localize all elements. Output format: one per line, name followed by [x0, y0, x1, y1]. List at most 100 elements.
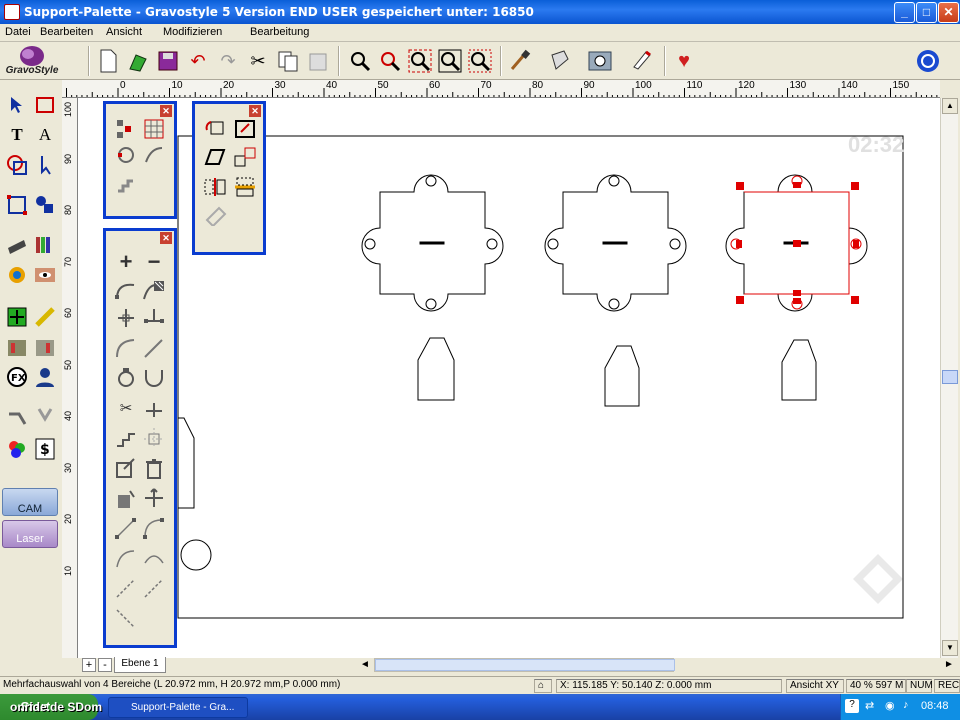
distort-icon[interactable] [203, 204, 227, 226]
circle-node-icon[interactable] [114, 367, 138, 389]
machine-icon[interactable] [586, 47, 614, 75]
line-to-curve-icon[interactable] [142, 337, 166, 359]
open-file-icon[interactable] [124, 47, 152, 75]
menu-ansicht[interactable]: Ansicht [106, 26, 142, 38]
menu-datei[interactable]: Datei [5, 26, 31, 38]
dashed-line-up-icon[interactable] [114, 577, 138, 599]
curve-line-icon[interactable] [114, 337, 138, 359]
engrave-tool-icon[interactable] [546, 47, 574, 75]
measure-icon[interactable] [32, 304, 58, 330]
circular-array-icon[interactable] [114, 144, 138, 166]
rectangle-icon[interactable] [32, 92, 58, 118]
maximize-button[interactable]: □ [916, 2, 937, 23]
lasso-select-icon[interactable] [114, 279, 138, 301]
copy-icon[interactable] [274, 47, 302, 75]
effects-fx-icon[interactable]: FX [4, 364, 30, 390]
join-node-icon[interactable] [142, 307, 166, 329]
palette-close-button[interactable]: ✕ [160, 105, 172, 117]
remove-node-icon[interactable]: − [142, 249, 166, 274]
cam-button[interactable]: CAM [2, 488, 58, 516]
paint-brush-icon[interactable] [506, 47, 534, 75]
zoom-fit-icon[interactable] [406, 47, 434, 75]
remove-layer-button[interactable]: - [98, 658, 112, 672]
center-align-icon[interactable] [4, 304, 30, 330]
add-layer-button[interactable]: + [82, 658, 96, 672]
mirror-icon[interactable] [203, 176, 227, 198]
scroll-up-icon[interactable]: ▲ [942, 98, 958, 114]
rotate-icon[interactable] [203, 118, 227, 140]
network-tray-icon[interactable]: ⇄ [865, 699, 879, 713]
user-icon[interactable] [32, 364, 58, 390]
scroll-down-icon[interactable]: ▼ [942, 640, 958, 656]
scroll-left-icon[interactable]: ◄ [360, 658, 372, 672]
horizontal-scroll-thumb[interactable] [375, 659, 675, 671]
save-icon[interactable] [154, 47, 182, 75]
split-node-icon[interactable] [114, 307, 138, 329]
menu-modifizieren[interactable]: Modifizieren [163, 26, 222, 38]
material-icon[interactable] [4, 334, 30, 360]
fill-pattern-icon[interactable] [142, 279, 166, 301]
volume-tray-icon[interactable]: ♪ [903, 699, 917, 713]
cutter-tool-icon[interactable] [4, 404, 30, 430]
cut-icon[interactable]: ✂ [244, 47, 272, 75]
zoom-icon[interactable] [346, 47, 374, 75]
geometry-icon[interactable] [32, 192, 58, 218]
security-tray-icon[interactable]: ◉ [885, 699, 899, 713]
edit-shape-icon[interactable] [114, 457, 138, 479]
help-icon[interactable] [914, 47, 942, 75]
taskbar-app-button[interactable]: Support-Palette - Gra... [108, 697, 248, 718]
scanner-icon[interactable] [4, 232, 30, 258]
zoom-page-icon[interactable] [436, 47, 464, 75]
align-icon[interactable] [233, 176, 257, 198]
minimize-button[interactable]: _ [894, 2, 915, 23]
bezier-curve-icon[interactable] [142, 517, 166, 539]
smooth-curve-icon[interactable] [142, 547, 166, 569]
select-arrow-icon[interactable] [4, 92, 30, 118]
scroll-right-icon[interactable]: ► [944, 658, 958, 672]
dashed-arrow-icon[interactable] [114, 607, 138, 629]
paste-icon[interactable] [304, 47, 332, 75]
delete-trash-icon[interactable] [142, 457, 166, 479]
help-tray-icon[interactable]: ? [845, 699, 859, 713]
dashed-line-down-icon[interactable] [142, 577, 166, 599]
step-path-icon[interactable] [114, 427, 138, 449]
palette-close-button[interactable]: ✕ [160, 232, 172, 244]
image-icon[interactable] [32, 262, 58, 288]
scale-icon[interactable] [233, 118, 257, 140]
zoom-previous-icon[interactable] [376, 47, 404, 75]
library-icon[interactable] [32, 232, 58, 258]
layer-tab-ebene-1[interactable]: Ebene 1 [114, 657, 166, 673]
redo-icon[interactable]: ↷ [214, 47, 242, 75]
horizontal-scroll-track[interactable] [374, 658, 675, 672]
app-icon[interactable] [4, 4, 20, 20]
text-tool-icon[interactable]: T [4, 122, 30, 148]
text-format-icon[interactable]: A [32, 122, 58, 148]
move-nodes-icon[interactable] [142, 487, 166, 509]
paint-bucket-icon[interactable] [114, 487, 138, 509]
edit-pencil-icon[interactable] [628, 47, 656, 75]
shapes-icon[interactable] [4, 152, 30, 178]
vertical-scroll-thumb[interactable] [942, 370, 958, 384]
grid-array-icon[interactable] [142, 118, 166, 140]
material-stack-icon[interactable] [32, 334, 58, 360]
color-palette-icon[interactable] [4, 436, 30, 462]
laser-button[interactable]: Laser [2, 520, 58, 548]
skew-icon[interactable] [203, 146, 227, 168]
arc-icon[interactable] [114, 547, 138, 569]
group-icon[interactable] [114, 118, 138, 140]
node-edit-icon[interactable] [32, 152, 58, 178]
vertical-scrollbar[interactable]: ▲ ▼ [940, 98, 958, 658]
menu-bearbeitung[interactable]: Bearbeitung [250, 26, 309, 38]
break-apart-icon[interactable] [142, 397, 166, 419]
favorites-heart-icon[interactable]: ♥ [670, 47, 698, 75]
clipart-icon[interactable] [4, 262, 30, 288]
palette-close-button[interactable]: ✕ [249, 105, 261, 117]
add-node-icon[interactable]: + [114, 249, 138, 274]
select-box-icon[interactable] [4, 192, 30, 218]
undo-icon[interactable]: ↶ [184, 47, 212, 75]
u-shape-icon[interactable] [142, 367, 166, 389]
close-button[interactable]: ✕ [938, 2, 959, 23]
menu-bearbeiten[interactable]: Bearbeiten [40, 26, 93, 38]
bezier-line-icon[interactable] [114, 517, 138, 539]
step-array-icon[interactable] [114, 172, 138, 194]
